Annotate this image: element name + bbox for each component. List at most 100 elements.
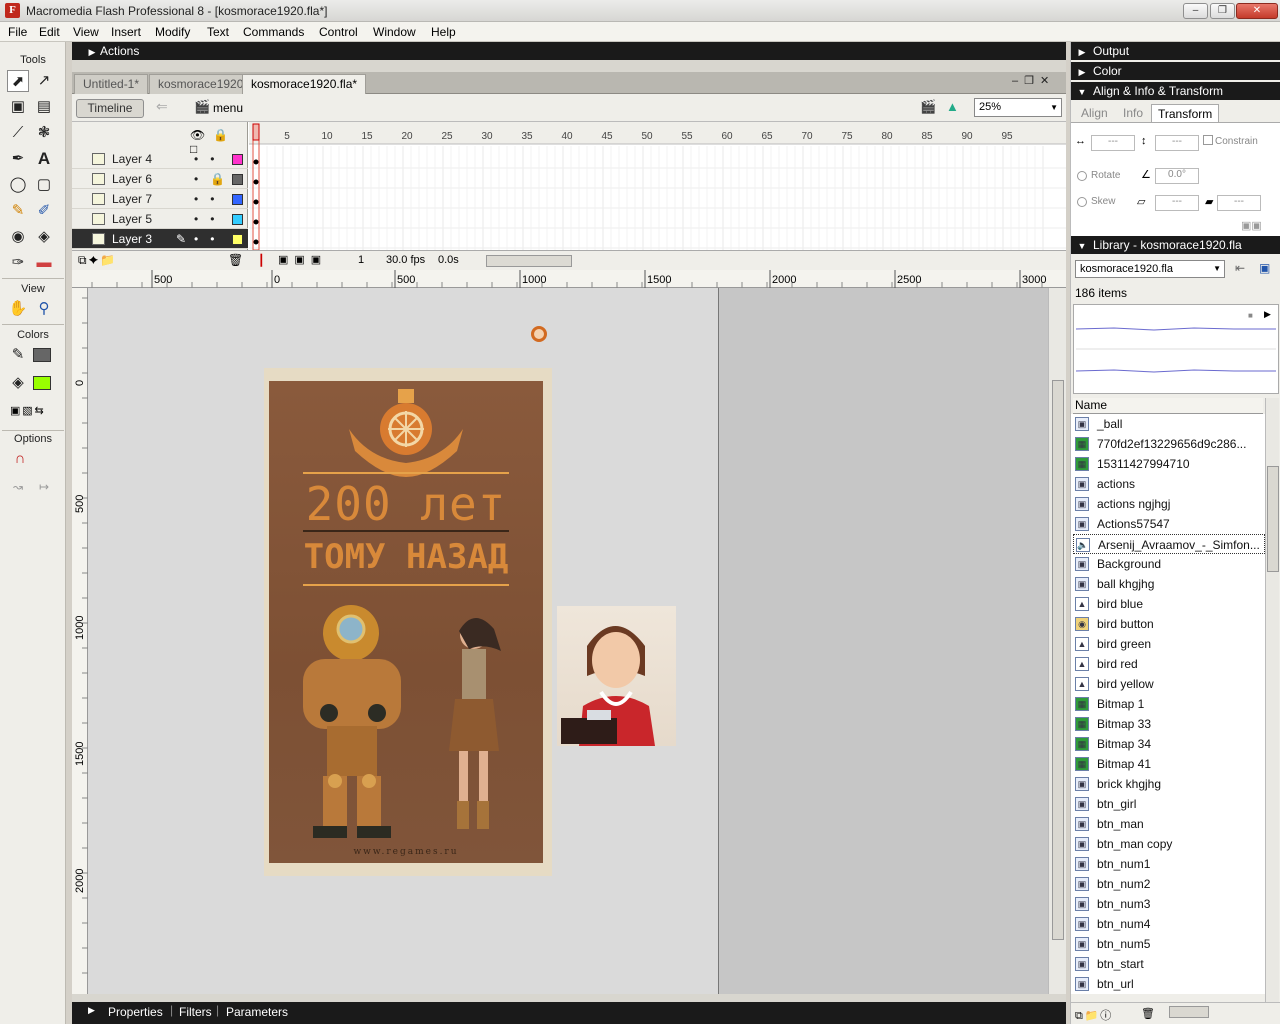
- brush-tool-icon[interactable]: ✐: [33, 200, 55, 222]
- library-item[interactable]: ▦ Bitmap 33: [1073, 714, 1265, 734]
- library-item[interactable]: ▲ bird green: [1073, 634, 1265, 654]
- tab-kosmorace-2[interactable]: kosmorace1920.fla*: [242, 74, 367, 94]
- library-item[interactable]: ▦ Bitmap 1: [1073, 694, 1265, 714]
- menu-window[interactable]: Window: [373, 25, 416, 39]
- library-item[interactable]: ▣ _ball: [1073, 414, 1265, 434]
- pencil-tool-icon[interactable]: ✎: [7, 200, 29, 222]
- zoom-select[interactable]: 25% ▼: [974, 98, 1062, 117]
- timeline-scrollbar-thumb[interactable]: [486, 255, 572, 267]
- library-item[interactable]: ▣ brick khgjhg: [1073, 774, 1265, 794]
- library-item[interactable]: ▣ btn_num5: [1073, 934, 1265, 954]
- text-tool-icon[interactable]: A: [33, 148, 55, 170]
- smooth-icon[interactable]: ↝: [7, 476, 29, 498]
- add-layer-icon[interactable]: ⧉ ✦ 📁: [78, 253, 115, 268]
- library-item[interactable]: ▦ Bitmap 34: [1073, 734, 1265, 754]
- maximize-button[interactable]: ❐: [1210, 3, 1235, 19]
- edit-scene-icon[interactable]: 🎬: [920, 99, 936, 115]
- library-item[interactable]: ▣ Background: [1073, 554, 1265, 574]
- new-library-panel-icon[interactable]: ▣: [1259, 261, 1270, 275]
- scrollbar-thumb[interactable]: [1052, 380, 1064, 940]
- onion-skin-icons[interactable]: ▣▣▣: [278, 253, 327, 266]
- color-reset-icons[interactable]: ▣ ▧ ⇆: [10, 404, 44, 417]
- layer-color-swatch[interactable]: [232, 154, 243, 165]
- library-item[interactable]: ▣ Actions57547: [1073, 514, 1265, 534]
- library-item[interactable]: ▦ 15311427994710: [1073, 454, 1265, 474]
- layer-color-swatch[interactable]: [232, 234, 243, 245]
- stroke-color-swatch[interactable]: [33, 348, 51, 362]
- library-item[interactable]: ▲ bird blue: [1073, 594, 1265, 614]
- output-panel-header[interactable]: ▶ Output: [1071, 42, 1280, 60]
- rectangle-tool-icon[interactable]: ▢: [33, 174, 55, 196]
- skew-v-field[interactable]: ---: [1217, 195, 1261, 211]
- menu-help[interactable]: Help: [431, 25, 456, 39]
- library-item[interactable]: ▦ 770fd2ef13229656d9c286...: [1073, 434, 1265, 454]
- stroke-color-icon[interactable]: ✎: [7, 344, 29, 366]
- library-item[interactable]: ▣ actions: [1073, 474, 1265, 494]
- layer-row-layer-7[interactable]: Layer 7 • •: [72, 189, 248, 209]
- library-item[interactable]: 🔈 Arsenij_Avraamov_-_Simfon...: [1073, 534, 1265, 554]
- layer-color-swatch[interactable]: [232, 214, 243, 225]
- minimize-button[interactable]: –: [1183, 3, 1208, 19]
- library-item[interactable]: ▣ btn_url: [1073, 974, 1265, 994]
- layer-color-swatch[interactable]: [232, 174, 243, 185]
- menu-edit[interactable]: Edit: [39, 25, 60, 39]
- doc-window-controls[interactable]: –❐✕: [1012, 74, 1055, 87]
- align-info-transform-header[interactable]: ▼ Align & Info & Transform: [1071, 82, 1280, 100]
- copy-transform-icon[interactable]: ▣▣: [1241, 219, 1262, 232]
- library-item[interactable]: ▦ Bitmap 41: [1073, 754, 1265, 774]
- play-icon[interactable]: ▶: [1264, 309, 1271, 320]
- fill-color-icon[interactable]: ◈: [7, 372, 29, 394]
- layer-row-layer-4[interactable]: Layer 4 • •: [72, 149, 248, 169]
- library-hscroll-thumb[interactable]: [1169, 1006, 1209, 1018]
- library-item[interactable]: ▣ btn_start: [1073, 954, 1265, 974]
- skew-h-field[interactable]: ---: [1155, 195, 1199, 211]
- height-field[interactable]: ---: [1155, 135, 1199, 151]
- arrow-tool-icon[interactable]: ⬈: [7, 70, 29, 92]
- delete-item-icon[interactable]: 🗑: [1141, 1007, 1155, 1020]
- layer-row-layer-6[interactable]: Layer 6 • 🔒: [72, 169, 248, 189]
- tab-info[interactable]: Info: [1117, 104, 1149, 122]
- gradient-transform-tool-icon[interactable]: ▤: [33, 96, 55, 118]
- library-item[interactable]: ▣ btn_man: [1073, 814, 1265, 834]
- skew-radio[interactable]: [1077, 197, 1087, 207]
- tab-filters[interactable]: Filters: [179, 1005, 212, 1019]
- rotate-radio[interactable]: [1077, 171, 1087, 181]
- poster-frame[interactable]: 200 лет ТОМУ НАЗАД www.regames.ru: [264, 368, 552, 876]
- library-name-column-header[interactable]: Name: [1073, 398, 1263, 414]
- line-tool-icon[interactable]: ⟋: [7, 122, 29, 144]
- subselect-tool-icon[interactable]: ↗: [33, 70, 55, 92]
- library-item[interactable]: ▣ ball khgjhg: [1073, 574, 1265, 594]
- library-item[interactable]: ▣ btn_num2: [1073, 874, 1265, 894]
- actions-panel-header[interactable]: ▶ Actions: [72, 42, 1066, 60]
- layer-color-swatch[interactable]: [232, 194, 243, 205]
- tab-transform[interactable]: Transform: [1151, 104, 1220, 122]
- timeline-toggle-button[interactable]: Timeline: [76, 99, 144, 118]
- scrollbar-thumb[interactable]: [1267, 466, 1279, 572]
- straighten-icon[interactable]: ↦: [33, 476, 55, 498]
- layer-row-layer-3[interactable]: Layer 3 ✎ • •: [72, 229, 248, 249]
- tab-align[interactable]: Align: [1075, 104, 1114, 122]
- frame-grid[interactable]: 5 10 15 20 25 30 35 40 45 50 55 60 65 70 75 80 85 90 95: [249, 122, 1066, 270]
- library-item[interactable]: ▲ bird red: [1073, 654, 1265, 674]
- oval-tool-icon[interactable]: ◯: [7, 174, 29, 196]
- fill-color-swatch[interactable]: [33, 376, 51, 390]
- library-panel-header[interactable]: ▼ Library - kosmorace1920.fla: [1071, 236, 1280, 254]
- library-select[interactable]: kosmorace1920.fla ▼: [1075, 260, 1225, 278]
- library-item[interactable]: ◉ bird button: [1073, 614, 1265, 634]
- rotate-field[interactable]: 0.0°: [1155, 168, 1199, 184]
- edit-symbols-icon[interactable]: ▲: [946, 99, 959, 114]
- stage-work-area[interactable]: 200 лет ТОМУ НАЗАД www.regames.ru: [88, 288, 1048, 994]
- close-button[interactable]: ✕: [1236, 3, 1278, 19]
- menu-control[interactable]: Control: [319, 25, 358, 39]
- hand-tool-icon[interactable]: ✋: [7, 298, 29, 320]
- library-item[interactable]: ▣ btn_girl: [1073, 794, 1265, 814]
- library-item[interactable]: ▣ btn_num1: [1073, 854, 1265, 874]
- tab-properties[interactable]: Properties: [108, 1005, 163, 1019]
- tab-untitled-1[interactable]: Untitled-1*: [74, 74, 149, 94]
- new-symbol-icon[interactable]: ⧉ 📁 ⓘ: [1075, 1007, 1111, 1023]
- library-item[interactable]: ▣ btn_num3: [1073, 894, 1265, 914]
- pen-tool-icon[interactable]: ✒: [7, 148, 29, 170]
- eraser-tool-icon[interactable]: ▬: [33, 252, 55, 274]
- panel-grip[interactable]: [72, 60, 1066, 72]
- library-item[interactable]: ▣ btn_man copy: [1073, 834, 1265, 854]
